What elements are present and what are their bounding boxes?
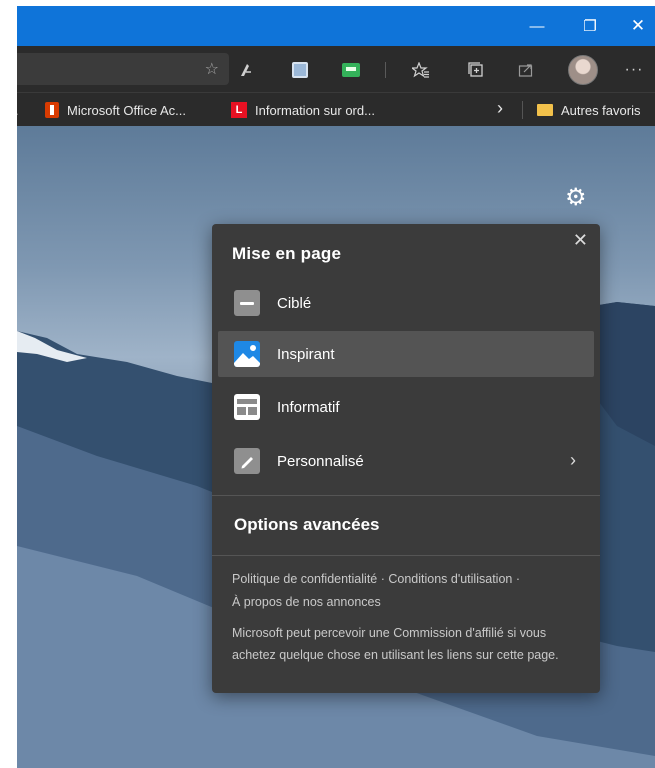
layout-option-personnalise[interactable]: Personnalisé › <box>218 438 594 484</box>
maximize-button[interactable]: ❐ <box>565 6 615 46</box>
favorite-label: Microsoft Office Ac... <box>67 102 186 118</box>
layout-option-cible[interactable]: Ciblé <box>218 280 594 326</box>
favorites-separator <box>522 101 523 119</box>
layout-option-informatif[interactable]: Informatif <box>218 384 594 430</box>
link-separator: · <box>377 572 389 586</box>
favorites-icon[interactable] <box>410 59 432 81</box>
folder-icon <box>537 104 553 116</box>
star-icon[interactable]: ☆ <box>205 59 219 79</box>
toolbar-separator <box>385 62 386 78</box>
share-icon[interactable] <box>515 59 537 81</box>
profile-avatar[interactable] <box>568 55 598 85</box>
panel-title: Mise en page <box>232 244 342 263</box>
close-window-button[interactable]: ✕ <box>617 6 655 46</box>
other-favorites-label: Autres favoris <box>561 102 641 118</box>
custom-layout-icon <box>234 448 260 474</box>
inspirational-layout-icon <box>234 341 260 367</box>
office-icon <box>45 102 59 118</box>
collections-icon[interactable] <box>465 59 487 81</box>
terms-of-use-link[interactable]: Conditions d'utilisation <box>388 572 512 586</box>
advanced-options-link[interactable]: Options avancées <box>234 515 380 535</box>
page-layout-panel: ✕ Mise en page Ciblé Inspirant Informati… <box>212 224 600 693</box>
favorite-microsoft-office[interactable]: Microsoft Office Ac... <box>45 100 186 120</box>
layout-option-label: Personnalisé <box>277 452 364 470</box>
minimize-button[interactable]: — <box>512 6 562 46</box>
green-extension-icon[interactable] <box>340 59 362 81</box>
footer-links: Politique de confidentialité · Condition… <box>232 568 588 614</box>
address-bar[interactable]: ☆ <box>17 53 229 85</box>
favorites-bar: . Microsoft Office Ac... L Information s… <box>17 92 655 126</box>
link-separator: · <box>512 572 520 586</box>
settings-gear-icon[interactable]: ⚙ <box>565 183 587 212</box>
informational-layout-icon <box>234 394 260 420</box>
favorites-overflow-dot: . <box>17 100 19 120</box>
more-icon[interactable]: ··· <box>623 59 645 81</box>
panel-divider <box>212 555 600 556</box>
chevron-right-icon: › <box>570 450 576 470</box>
layout-option-inspirant[interactable]: Inspirant <box>218 331 594 377</box>
privacy-policy-link[interactable]: Politique de confidentialité <box>232 572 377 586</box>
title-bar: — ❐ ✕ <box>17 6 655 46</box>
collection-extension-icon[interactable] <box>289 59 311 81</box>
layout-option-label: Informatif <box>277 398 340 416</box>
panel-close-icon[interactable]: ✕ <box>573 230 588 251</box>
favorite-information-ordinateur[interactable]: L Information sur ord... <box>231 100 375 120</box>
other-favorites-folder[interactable]: Autres favoris <box>537 100 640 120</box>
favorite-label: Information sur ord... <box>255 102 375 118</box>
about-ads-link[interactable]: À propos de nos annonces <box>232 595 381 609</box>
l-icon: L <box>231 102 247 118</box>
browser-viewport: — ❐ ✕ ☆ ··· . <box>17 0 655 768</box>
layout-option-label: Ciblé <box>277 294 312 312</box>
panel-divider <box>212 495 600 496</box>
focused-layout-icon <box>234 290 260 316</box>
affiliate-note: Microsoft peut percevoir une Commission … <box>232 626 559 662</box>
browser-toolbar: ☆ ··· <box>17 46 655 92</box>
reading-icon[interactable] <box>235 59 257 81</box>
layout-option-label: Inspirant <box>277 345 335 363</box>
favorites-chevron-icon[interactable]: › <box>497 98 503 118</box>
